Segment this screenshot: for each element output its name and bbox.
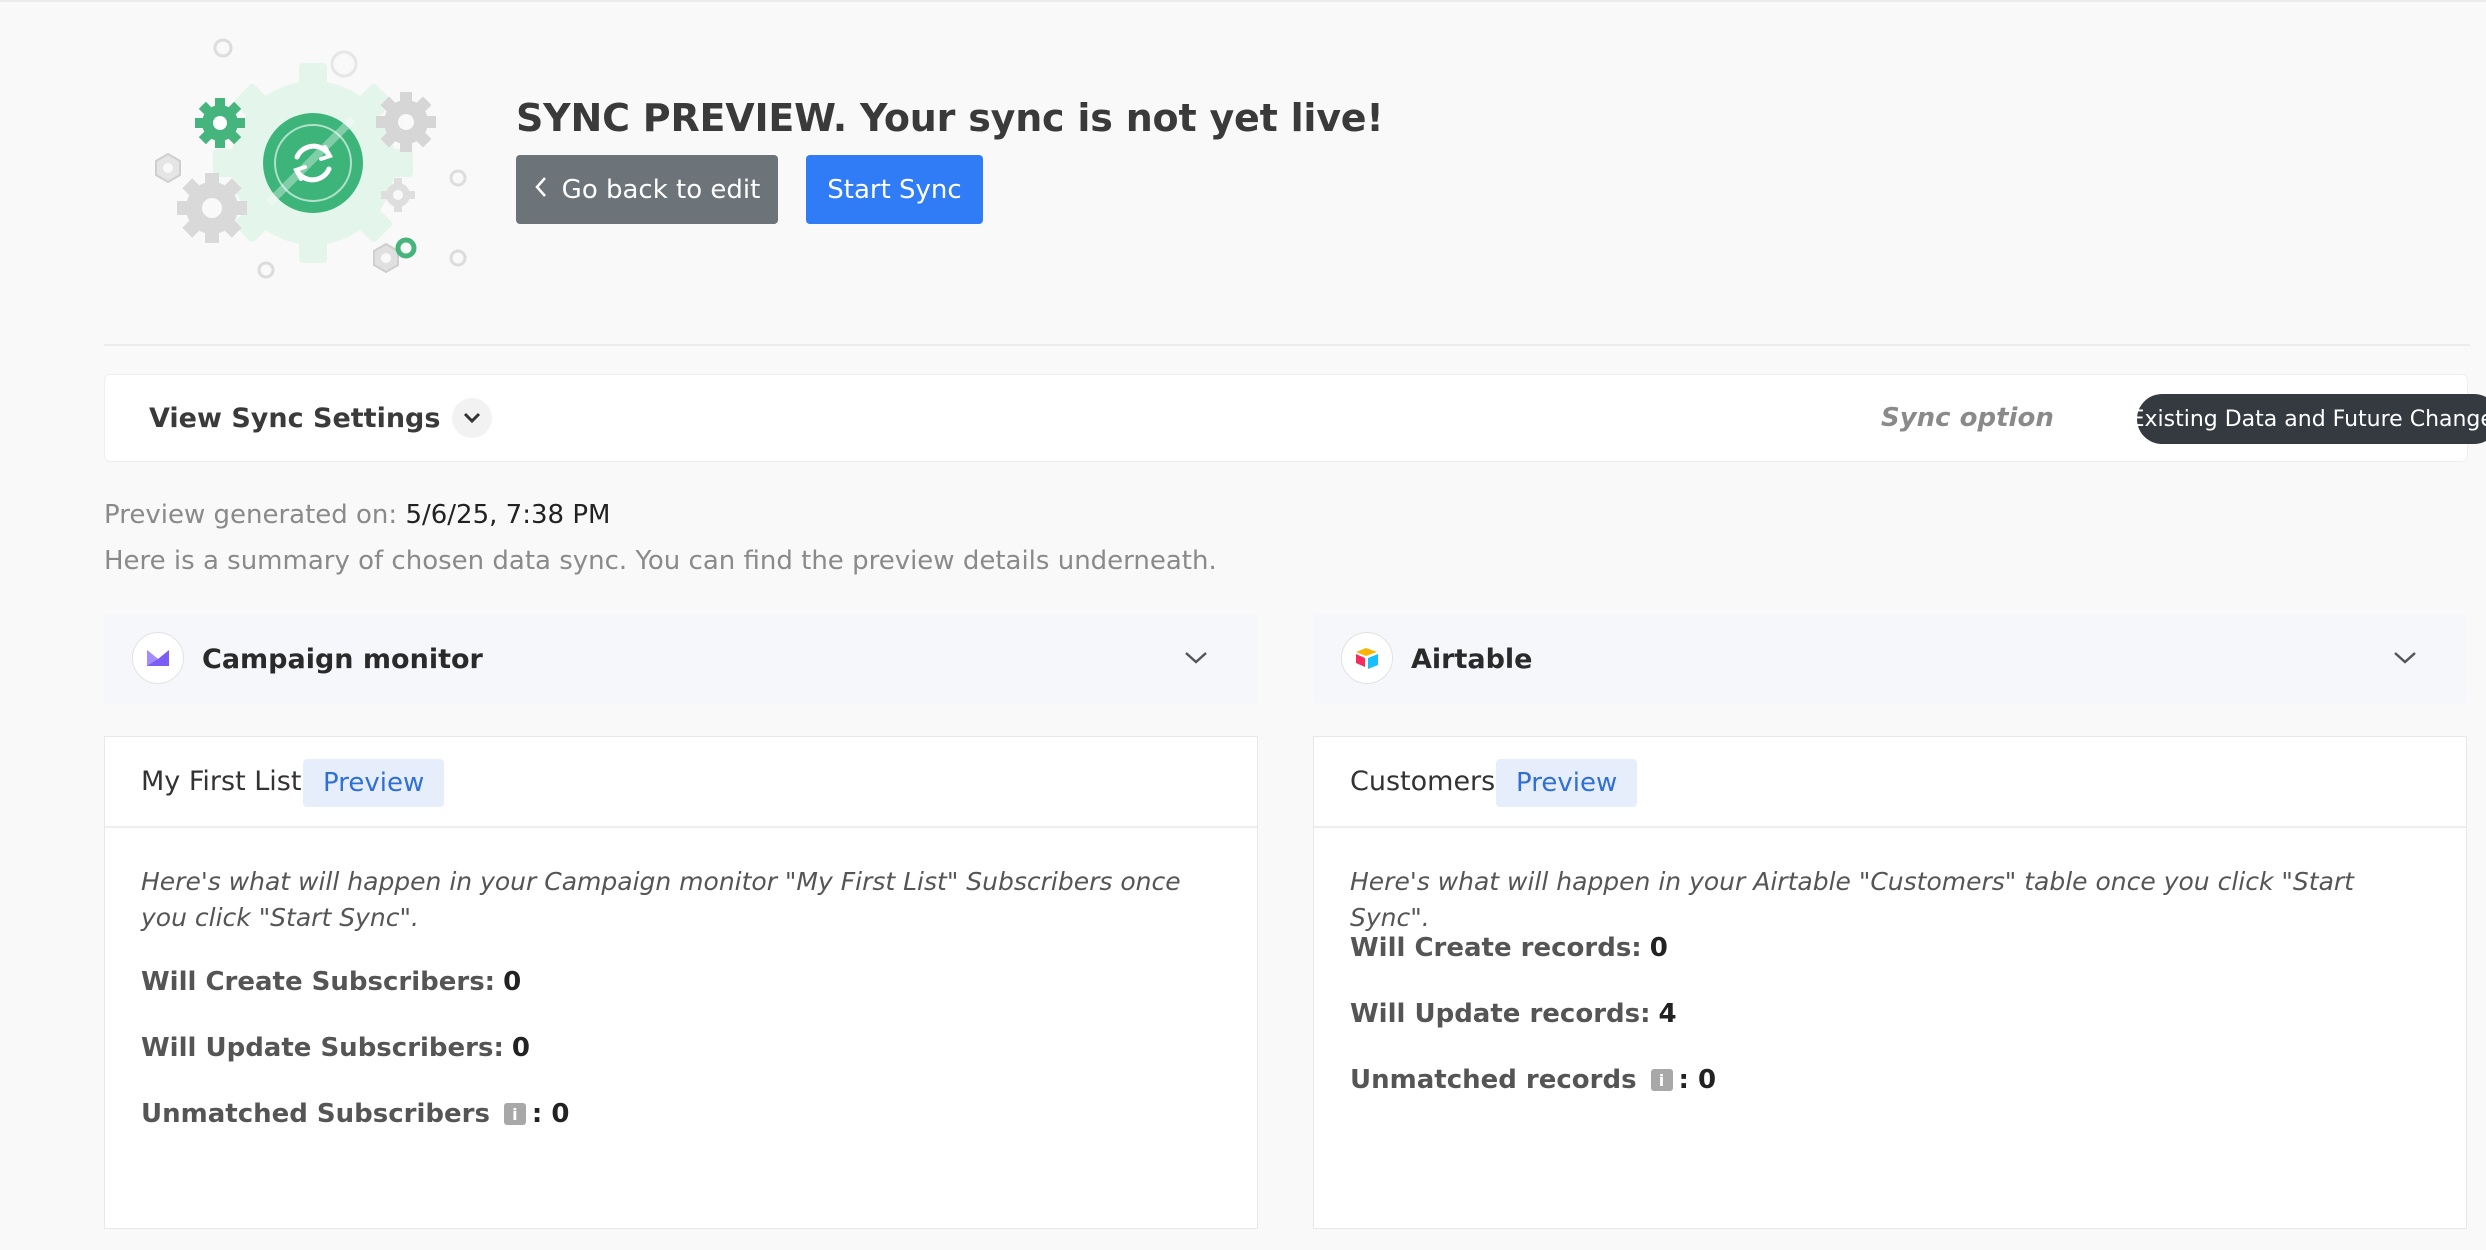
will-create-value: 0 (503, 967, 522, 997)
will-create-value: 0 (1649, 933, 1668, 963)
chevron-down-icon[interactable] (2391, 644, 2419, 672)
table-name: Customers (1350, 766, 1496, 797)
summary-description: Here is a summary of chosen data sync. Y… (104, 546, 1217, 576)
campaign-monitor-name: Campaign monitor (202, 643, 483, 675)
sync-option-label: Sync option (1881, 403, 2054, 433)
will-update-value: 4 (1658, 999, 1677, 1029)
unmatched-value: : 0 (531, 1099, 570, 1129)
page-title: SYNC PREVIEW. Your sync is not yet live! (516, 96, 1384, 140)
will-update-value: 0 (511, 1033, 530, 1063)
unmatched-label: Unmatched Subscribers (141, 1099, 490, 1129)
view-sync-settings-label: View Sync Settings (149, 402, 441, 434)
view-sync-settings-toggle[interactable]: View Sync Settings (149, 375, 493, 461)
unmatched-stat: Unmatched Subscribers i : 0 (141, 1099, 569, 1129)
chevron-down-icon[interactable] (1182, 644, 1210, 672)
unmatched-label: Unmatched records (1350, 1065, 1637, 1095)
list-name: My First List (141, 766, 302, 797)
card-description: Here's what will happen in your Campaign… (141, 867, 1181, 932)
start-sync-button[interactable]: Start Sync (806, 155, 983, 224)
will-create-stat: Will Create Subscribers: 0 (141, 967, 521, 997)
preview-generated-value: 5/6/25, 7:38 PM (405, 500, 611, 530)
preview-generated-line: Preview generated on: 5/6/25, 7:38 PM (104, 500, 610, 530)
top-border (0, 0, 2486, 2)
info-icon[interactable]: i (1650, 1069, 1673, 1091)
campaign-monitor-preview-card: My First List Preview Here's what will h… (104, 736, 1258, 1229)
will-update-stat: Will Update records: 4 (1350, 999, 1677, 1029)
sync-settings-bar: View Sync Settings Sync option Existing … (104, 374, 2486, 462)
card-header: My First List Preview (105, 737, 1257, 828)
info-icon[interactable]: i (503, 1103, 526, 1125)
sync-option-badge: Existing Data and Future Changes (2131, 394, 2486, 444)
will-create-label: Will Create Subscribers: (141, 967, 496, 997)
airtable-preview-card: Customers Preview Here's what will happe… (1313, 736, 2467, 1229)
go-back-button[interactable]: Go back to edit (516, 155, 778, 224)
sync-gears-icon (155, 38, 467, 279)
preview-tab[interactable]: Preview (303, 759, 445, 807)
will-create-stat: Will Create records: 0 (1350, 933, 1668, 963)
card-description: Here's what will happen in your Airtable… (1350, 867, 2354, 932)
airtable-name: Airtable (1411, 643, 1533, 675)
unmatched-stat: Unmatched records i : 0 (1350, 1065, 1716, 1095)
preview-generated-label: Preview generated on: (104, 500, 398, 530)
will-create-label: Will Create records: (1350, 933, 1642, 963)
preview-tab[interactable]: Preview (1496, 759, 1638, 807)
chevron-down-icon (452, 398, 493, 438)
campaign-monitor-header[interactable]: Campaign monitor (104, 614, 1258, 704)
go-back-label: Go back to edit (561, 174, 761, 205)
campaign-monitor-logo (132, 632, 184, 684)
airtable-logo (1341, 632, 1393, 684)
will-update-label: Will Update records: (1350, 999, 1651, 1029)
unmatched-value: : 0 (1678, 1065, 1717, 1095)
header-divider (104, 344, 2470, 346)
card-header: Customers Preview (1314, 737, 2466, 828)
will-update-stat: Will Update Subscribers: 0 (141, 1033, 530, 1063)
chevron-left-icon (534, 176, 548, 204)
will-update-label: Will Update Subscribers: (141, 1033, 504, 1063)
airtable-header[interactable]: Airtable (1313, 614, 2467, 704)
